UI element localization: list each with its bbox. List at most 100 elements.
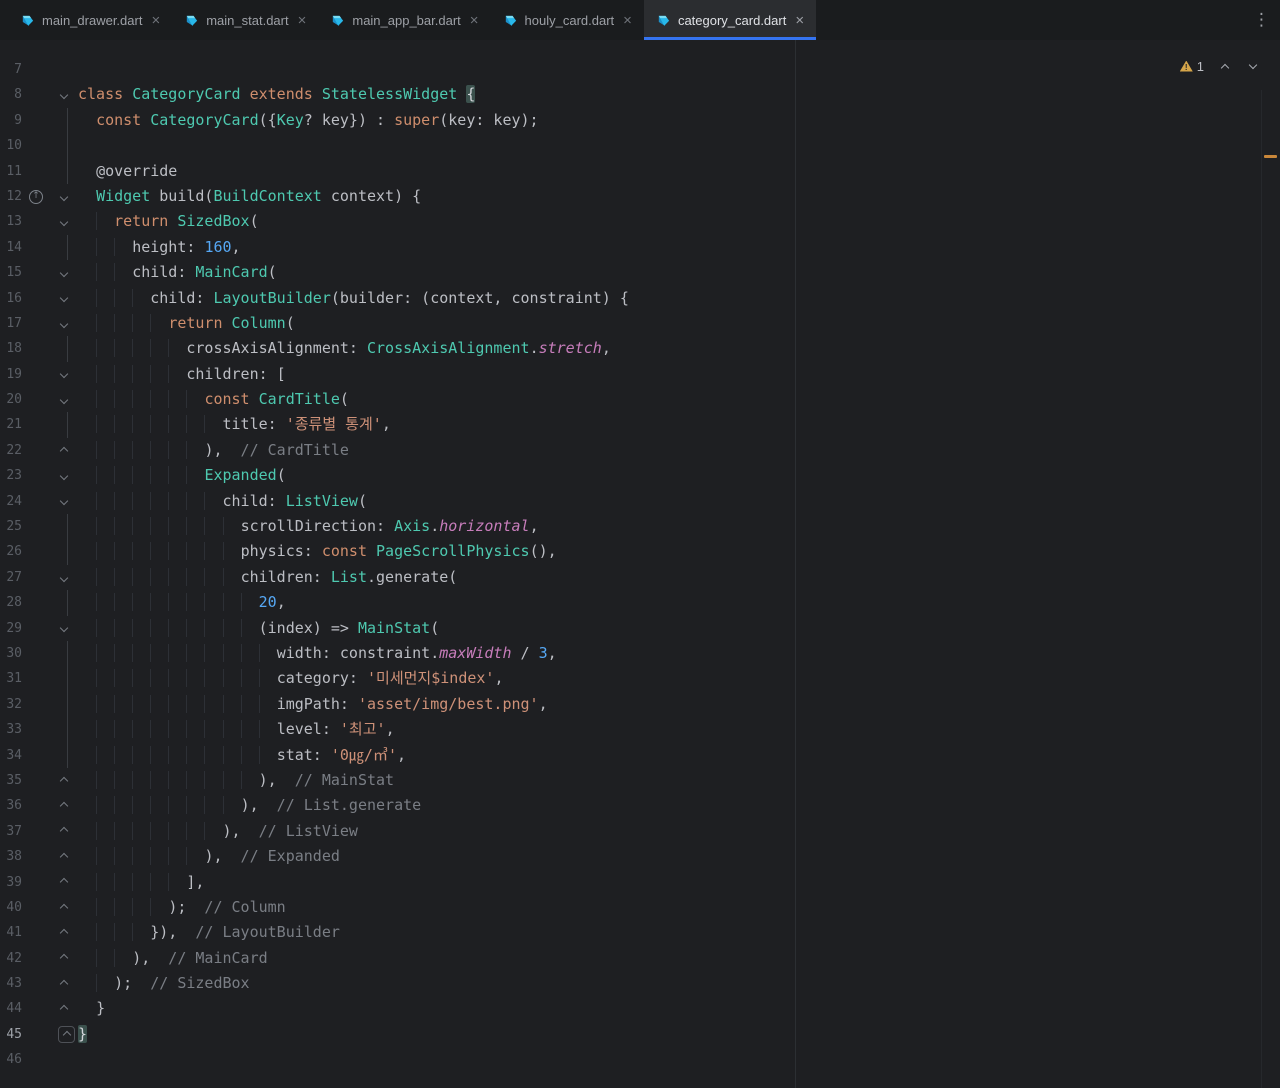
line-number[interactable]: 17 — [0, 311, 22, 336]
fold-gutter[interactable] — [46, 870, 78, 895]
code-line[interactable]: 24 child: ListView( — [0, 489, 1280, 514]
code-line[interactable]: 39 ], — [0, 870, 1280, 895]
line-number[interactable]: 28 — [0, 590, 22, 615]
tab-main_app_bar.dart[interactable]: main_app_bar.dart× — [318, 0, 490, 40]
code-line[interactable]: 15 child: MainCard( — [0, 260, 1280, 285]
code-line[interactable]: 14 height: 160, — [0, 235, 1280, 260]
line-number[interactable]: 27 — [0, 565, 22, 590]
code-line[interactable]: 7 — [0, 57, 1280, 82]
line-number[interactable]: 35 — [0, 768, 22, 793]
code-line[interactable]: 26 physics: const PageScrollPhysics(), — [0, 539, 1280, 564]
fold-collapse-icon[interactable] — [60, 472, 68, 480]
fold-collapse-icon[interactable] — [60, 624, 68, 632]
code-line[interactable]: 17 return Column( — [0, 311, 1280, 336]
code-line[interactable]: 45} — [0, 1022, 1280, 1047]
line-number[interactable]: 45 — [0, 1022, 22, 1047]
code-line[interactable]: 28 20, — [0, 590, 1280, 615]
line-number[interactable]: 42 — [0, 946, 22, 971]
line-number[interactable]: 26 — [0, 539, 22, 564]
fold-gutter[interactable] — [46, 463, 78, 488]
code-line[interactable]: 32 imgPath: 'asset/img/best.png', — [0, 692, 1280, 717]
code-line[interactable]: 23 Expanded( — [0, 463, 1280, 488]
code-line[interactable]: 18 crossAxisAlignment: CrossAxisAlignmen… — [0, 336, 1280, 361]
tab-close-icon[interactable]: × — [151, 13, 160, 28]
code-line[interactable]: 19 children: [ — [0, 362, 1280, 387]
line-number[interactable]: 39 — [0, 870, 22, 895]
code-line[interactable]: 41 }), // LayoutBuilder — [0, 920, 1280, 945]
code-line[interactable]: 29 (index) => MainStat( — [0, 616, 1280, 641]
fold-collapse-icon[interactable] — [60, 294, 68, 302]
fold-end-icon[interactable] — [60, 878, 68, 886]
line-number[interactable]: 25 — [0, 514, 22, 539]
line-number[interactable]: 41 — [0, 920, 22, 945]
fold-icon-box[interactable] — [58, 1026, 75, 1043]
fold-gutter[interactable] — [46, 895, 78, 920]
line-number[interactable]: 15 — [0, 260, 22, 285]
code-line[interactable]: 34 stat: '0㎍/㎥', — [0, 743, 1280, 768]
fold-collapse-icon[interactable] — [60, 218, 68, 226]
code-line[interactable]: 16 child: LayoutBuilder(builder: (contex… — [0, 286, 1280, 311]
fold-end-icon[interactable] — [60, 954, 68, 962]
tab-close-icon[interactable]: × — [298, 13, 307, 28]
tab-close-icon[interactable]: × — [470, 13, 479, 28]
code-line[interactable]: 8class CategoryCard extends StatelessWid… — [0, 82, 1280, 107]
line-number[interactable]: 24 — [0, 489, 22, 514]
fold-collapse-icon[interactable] — [60, 497, 68, 505]
fold-gutter[interactable] — [46, 946, 78, 971]
fold-gutter[interactable] — [46, 768, 78, 793]
line-number[interactable]: 36 — [0, 793, 22, 818]
warnings-summary-button[interactable]: 1 — [1176, 57, 1208, 76]
line-number[interactable]: 31 — [0, 666, 22, 691]
line-number[interactable]: 37 — [0, 819, 22, 844]
tab-main_drawer.dart[interactable]: main_drawer.dart× — [8, 0, 172, 40]
fold-gutter[interactable] — [46, 971, 78, 996]
code-line[interactable]: 11 @override — [0, 159, 1280, 184]
code-line[interactable]: 21 title: '종류별 통계', — [0, 412, 1280, 437]
line-number[interactable]: 21 — [0, 412, 22, 437]
line-number[interactable]: 38 — [0, 844, 22, 869]
line-number[interactable]: 8 — [0, 82, 22, 107]
tabs-more-icon[interactable]: ⋮ — [1253, 0, 1270, 40]
line-number[interactable]: 11 — [0, 159, 22, 184]
fold-gutter[interactable] — [46, 260, 78, 285]
fold-end-icon[interactable] — [60, 903, 68, 911]
line-number[interactable]: 30 — [0, 641, 22, 666]
code-line[interactable]: 35 ), // MainStat — [0, 768, 1280, 793]
line-number[interactable]: 29 — [0, 616, 22, 641]
code-line[interactable]: 37 ), // ListView — [0, 819, 1280, 844]
fold-gutter[interactable] — [46, 793, 78, 818]
code-line[interactable]: 40 ); // Column — [0, 895, 1280, 920]
line-number[interactable]: 7 — [0, 57, 22, 82]
fold-gutter[interactable] — [46, 438, 78, 463]
fold-gutter[interactable] — [46, 82, 78, 107]
code-line[interactable]: 44 } — [0, 996, 1280, 1021]
fold-gutter[interactable] — [46, 1022, 78, 1047]
fold-gutter[interactable] — [46, 489, 78, 514]
code-line[interactable]: 25 scrollDirection: Axis.horizontal, — [0, 514, 1280, 539]
fold-collapse-icon[interactable] — [60, 396, 68, 404]
tab-close-icon[interactable]: × — [623, 13, 632, 28]
fold-end-icon[interactable] — [60, 853, 68, 861]
fold-collapse-icon[interactable] — [60, 319, 68, 327]
code-line[interactable]: 43 ); // SizedBox — [0, 971, 1280, 996]
fold-gutter[interactable] — [46, 819, 78, 844]
fold-end-icon[interactable] — [60, 980, 68, 988]
line-number[interactable]: 16 — [0, 286, 22, 311]
line-number[interactable]: 19 — [0, 362, 22, 387]
code-line[interactable]: 12↑ Widget build(BuildContext context) { — [0, 184, 1280, 209]
editor[interactable]: 1 78class CategoryCard extends Stateless… — [0, 40, 1280, 1088]
tab-houly_card.dart[interactable]: houly_card.dart× — [491, 0, 644, 40]
code-line[interactable]: 22 ), // CardTitle — [0, 438, 1280, 463]
fold-end-icon[interactable] — [60, 827, 68, 835]
tab-main_stat.dart[interactable]: main_stat.dart× — [172, 0, 318, 40]
code-line[interactable]: 31 category: '미세먼지$index', — [0, 666, 1280, 691]
line-number[interactable]: 18 — [0, 336, 22, 361]
fold-gutter[interactable] — [46, 209, 78, 234]
code-line[interactable]: 20 const CardTitle( — [0, 387, 1280, 412]
line-number[interactable]: 44 — [0, 996, 22, 1021]
line-number[interactable]: 34 — [0, 743, 22, 768]
line-number[interactable]: 14 — [0, 235, 22, 260]
fold-end-icon[interactable] — [60, 929, 68, 937]
fold-end-icon[interactable] — [60, 446, 68, 454]
fold-collapse-icon[interactable] — [60, 269, 68, 277]
